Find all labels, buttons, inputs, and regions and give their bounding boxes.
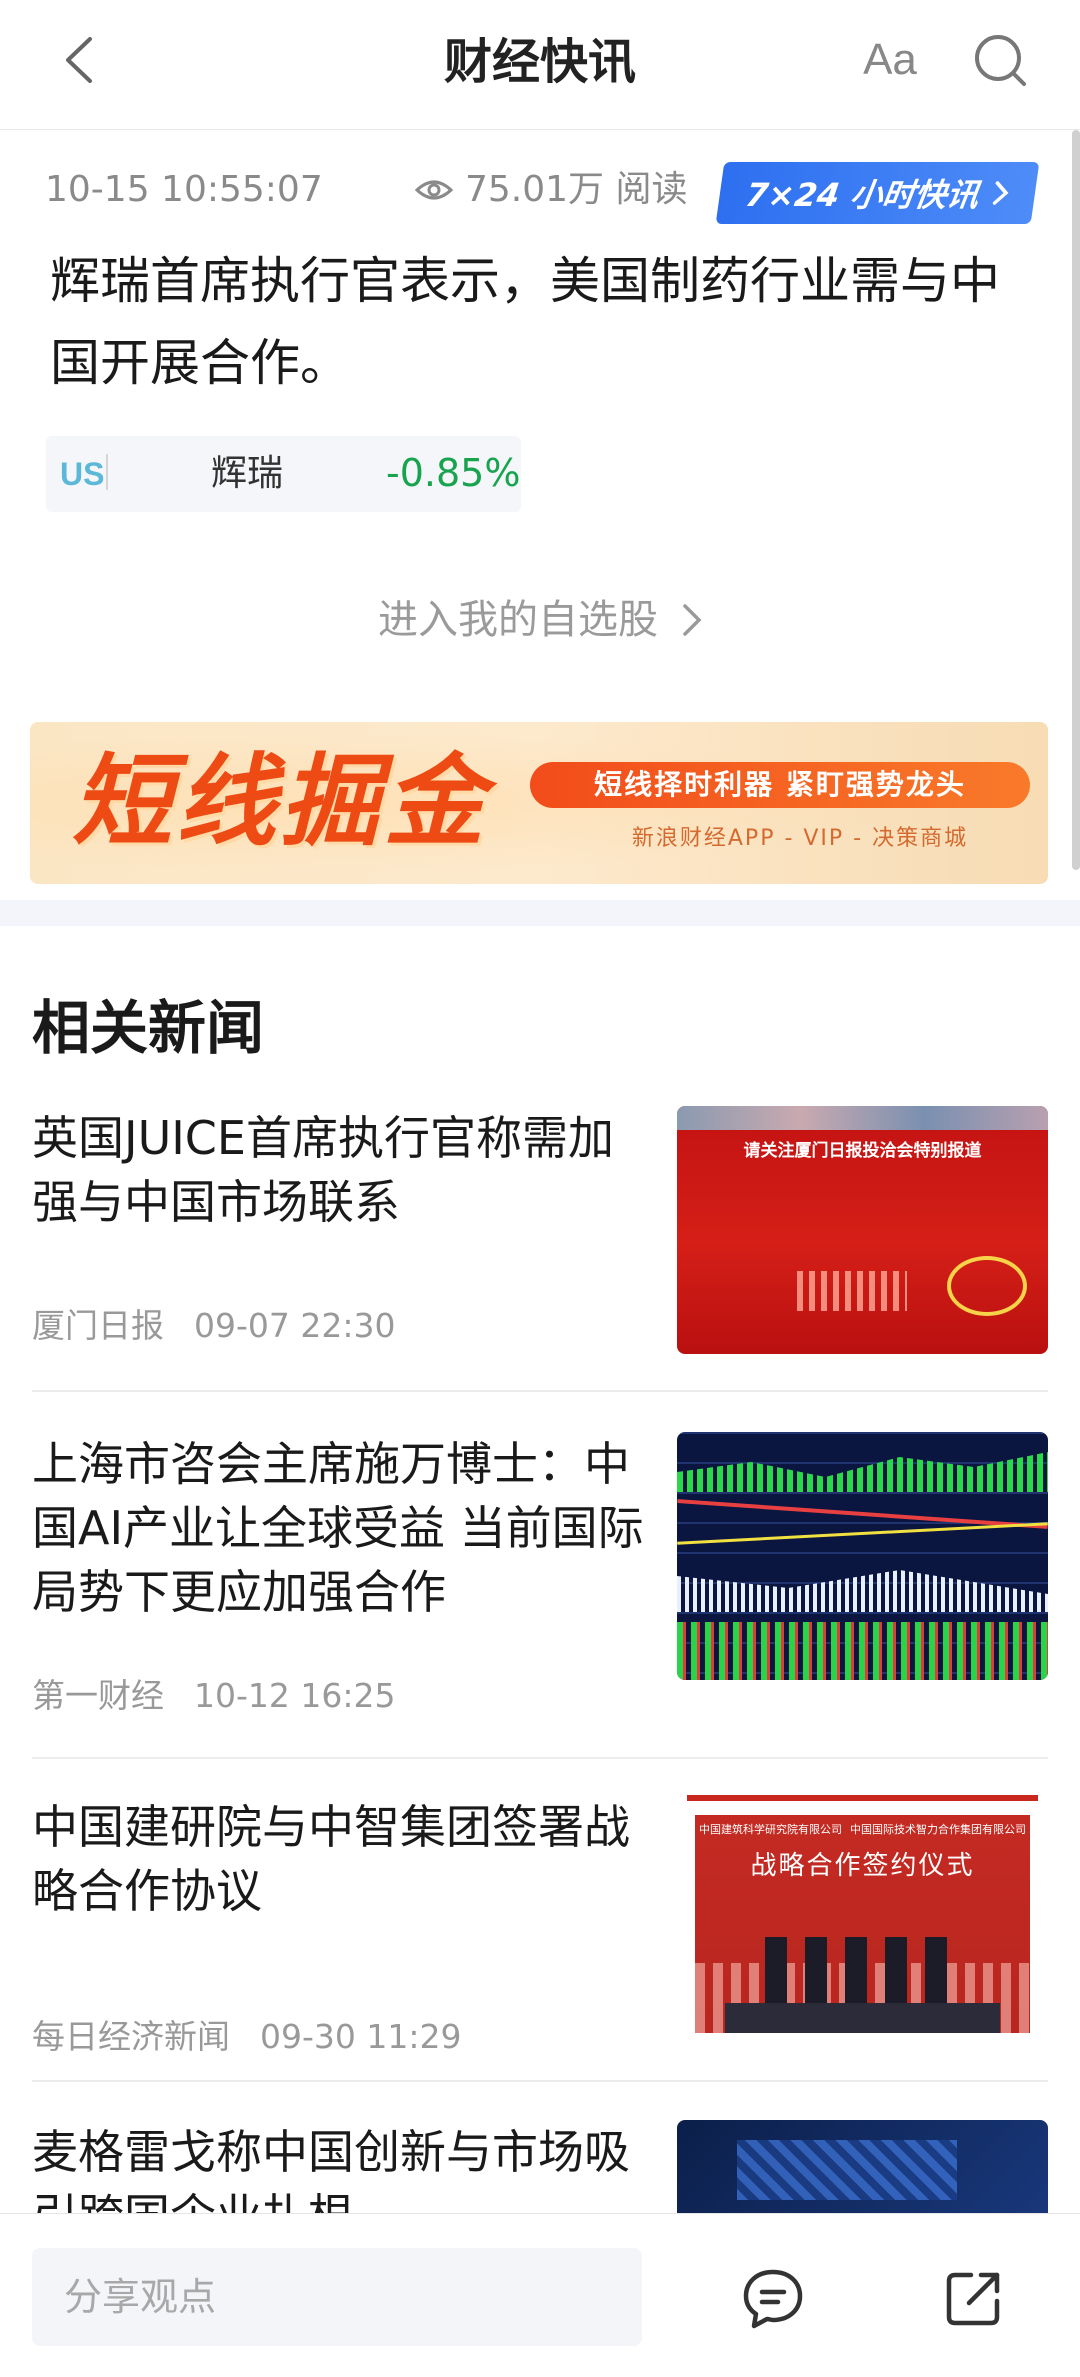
my-stocks-label: 进入我的自选股 <box>378 597 658 643</box>
flash-meta-row: 10-15 10:55:07 75.01万 阅读 7×24 小时快讯 <box>45 160 1040 224</box>
news-item[interactable]: 上海市咨会主席施万博士：中国AI产业让全球受益 当前国际局势下更应加强合作 第一… <box>32 1432 1048 1759</box>
stock-change: -0.85% <box>386 451 521 495</box>
flash-24h-badge[interactable]: 7×24 小时快讯 <box>715 162 1040 224</box>
news-meta: 厦门日报 09-07 22:30 <box>32 1306 395 1346</box>
news-thumbnail: 中国建筑科学研究院有限公司 中国国际技术智力合作集团有限公司 战略合作签约仪式 <box>677 1795 1048 2043</box>
font-size-button[interactable]: Aa <box>855 30 925 90</box>
scrollbar[interactable] <box>1072 130 1080 870</box>
share-icon <box>946 2272 1000 2326</box>
comment-icon <box>743 2269 803 2329</box>
search-button[interactable] <box>970 30 1030 90</box>
market-tag: US <box>60 456 105 492</box>
news-source: 每日经济新闻 <box>32 2017 230 2056</box>
news-thumbnail: 请关注厦门日报投洽会特别报道 <box>677 1106 1048 1354</box>
my-stocks-link[interactable]: 进入我的自选股 <box>0 590 1080 650</box>
news-time: 09-30 11:29 <box>260 2017 462 2056</box>
banner-slogan: 短线择时利器 紧盯强势龙头 <box>530 762 1030 808</box>
news-source: 厦门日报 <box>32 1306 164 1345</box>
news-title: 上海市咨会主席施万博士：中国AI产业让全球受益 当前国际局势下更应加强合作 <box>32 1437 644 1619</box>
thumbnail-caption: 请关注厦门日报投洽会特别报道 <box>743 1141 982 1161</box>
news-item[interactable]: 中国建研院与中智集团签署战略合作协议 每日经济新闻 09-30 11:29 中国… <box>32 1795 1048 2082</box>
view-count-text: 75.01万 阅读 <box>465 169 688 210</box>
divider <box>106 454 108 490</box>
divider <box>32 1757 1048 1759</box>
news-title: 中国建研院与中智集团签署战略合作协议 <box>32 1800 630 1918</box>
stock-name: 辉瑞 <box>211 453 284 494</box>
flash-24h-label: 7×24 小时快讯 <box>743 176 982 214</box>
divider <box>32 2080 1048 2082</box>
news-title: 英国JUICE首席执行官称需加强与中国市场联系 <box>32 1111 614 1229</box>
news-title: 麦格雷戈称中国创新与市场吸引跨国企业扎根 <box>32 2125 630 2213</box>
banner-subtitle: 新浪财经APP - VIP - 决策商城 <box>631 826 969 851</box>
stock-chip[interactable]: US 辉瑞 -0.85% <box>46 436 521 512</box>
view-count: 75.01万 阅读 <box>415 168 688 212</box>
top-nav-bar: 财经快讯 Aa <box>0 0 1080 130</box>
promo-banner[interactable]: 短线掘金 短线择时利器 紧盯强势龙头 新浪财经APP - VIP - 决策商城 <box>30 722 1048 884</box>
share-button[interactable] <box>938 2264 1008 2334</box>
chevron-right-icon <box>683 604 702 636</box>
news-source: 第一财经 <box>32 1676 164 1715</box>
divider <box>32 1390 1048 1392</box>
comment-input[interactable] <box>32 2248 642 2346</box>
news-meta: 第一财经 10-12 16:25 <box>32 1676 395 1716</box>
thumbnail-org-right: 中国国际技术智力合作集团有限公司 <box>850 1823 1026 1836</box>
banner-title: 短线掘金 <box>72 743 488 860</box>
thumbnail-caption: 战略合作签约仪式 <box>750 1851 975 1881</box>
thumbnail-org-left: 中国建筑科学研究院有限公司 <box>699 1823 842 1836</box>
flash-headline: 辉瑞首席执行官表示，美国制药行业需与中国开展合作。 <box>50 252 1000 392</box>
news-meta: 每日经济新闻 09-30 11:29 <box>32 2017 461 2057</box>
comments-button[interactable] <box>738 2264 808 2334</box>
news-item[interactable]: 英国JUICE首席执行官称需加强与中国市场联系 厦门日报 09-07 22:30… <box>32 1106 1048 1392</box>
eye-icon <box>415 180 453 200</box>
bottom-action-bar <box>0 2213 1080 2377</box>
flash-timestamp: 10-15 10:55:07 <box>45 169 323 210</box>
related-news-title: 相关新闻 <box>32 994 265 1062</box>
news-time: 10-12 16:25 <box>194 1676 396 1715</box>
search-icon <box>975 35 1026 86</box>
news-thumbnail <box>677 2120 1048 2213</box>
news-time: 09-07 22:30 <box>194 1306 396 1345</box>
chevron-right-icon <box>992 181 1009 205</box>
news-thumbnail <box>677 1432 1048 1680</box>
news-item[interactable]: 麦格雷戈称中国创新与市场吸引跨国企业扎根 <box>32 2120 1048 2213</box>
section-divider <box>0 900 1080 926</box>
